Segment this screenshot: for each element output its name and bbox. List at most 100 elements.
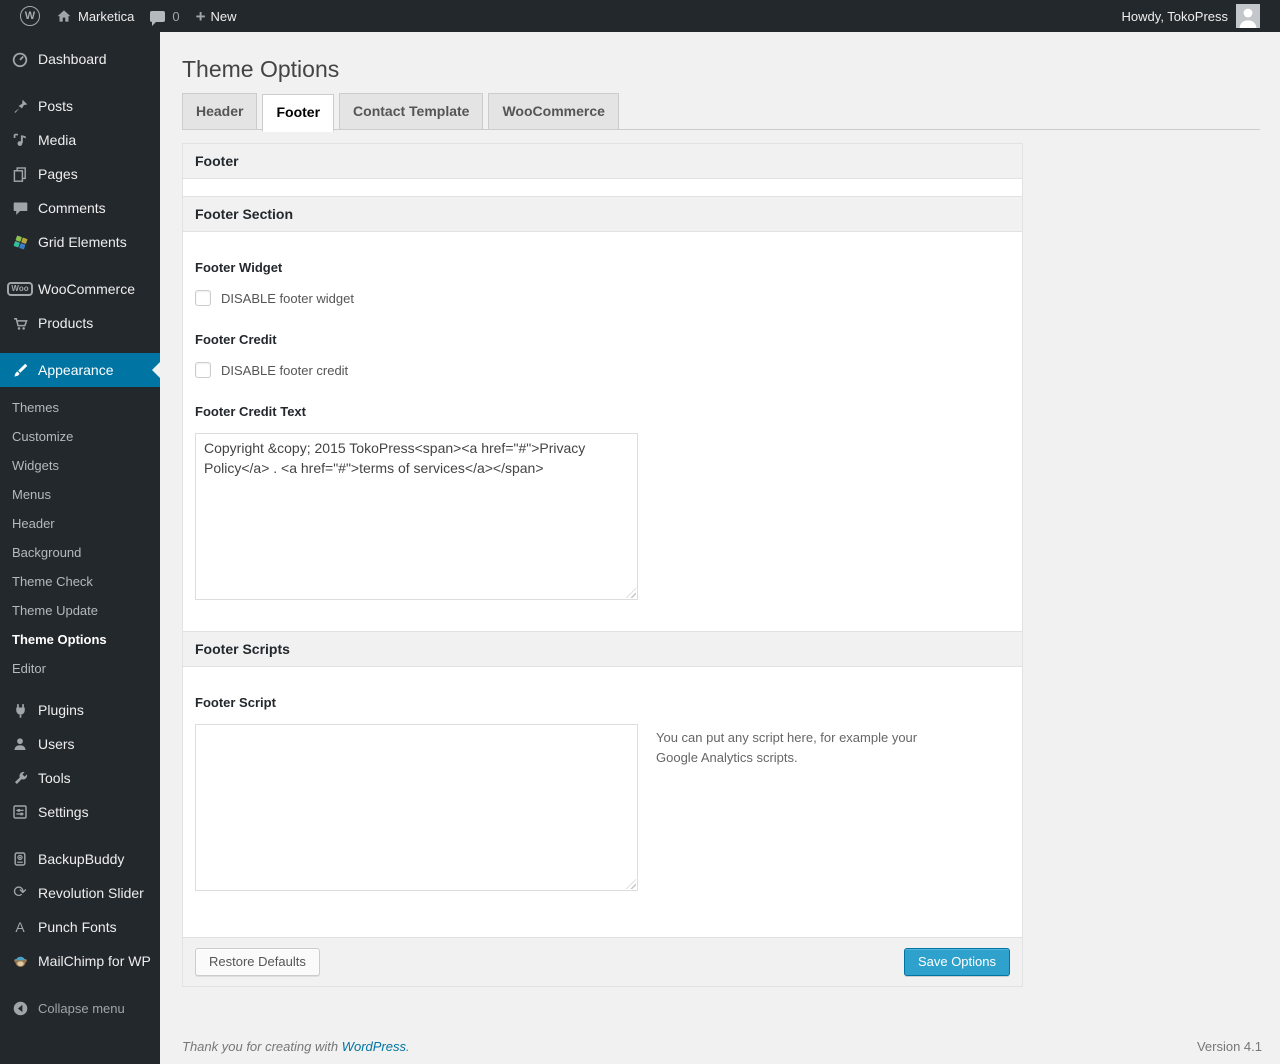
refresh-arrows-icon: ⟳ — [13, 884, 27, 901]
pages-icon — [10, 166, 30, 182]
section-header-footer-section: Footer Section — [183, 196, 1022, 232]
collapse-menu-button[interactable]: Collapse menu — [0, 991, 160, 1025]
wordpress-link[interactable]: WordPress — [342, 1039, 406, 1054]
sidebar-item-backupbuddy[interactable]: BackupBuddy — [0, 842, 160, 876]
sidebar-item-grid-elements[interactable]: Grid Elements — [0, 225, 160, 259]
main-content: Theme Options Header Footer Contact Templa… — [160, 0, 1280, 1054]
mailchimp-monkey-icon — [10, 953, 30, 970]
save-options-button[interactable]: Save Options — [903, 948, 1010, 976]
page-title: Theme Options — [182, 56, 340, 82]
admin-footer: Thank you for creating with WordPress. V… — [182, 1039, 1262, 1054]
disable-footer-credit-checkbox[interactable] — [195, 362, 211, 378]
sidebar-item-posts[interactable]: Posts — [0, 89, 160, 123]
sidebar-item-users[interactable]: Users — [0, 727, 160, 761]
submenu-item-header[interactable]: Header — [0, 509, 160, 538]
disable-footer-widget-label[interactable]: DISABLE footer widget — [221, 291, 354, 306]
settings-sliders-icon — [10, 804, 30, 820]
tab-contact-template[interactable]: Contact Template — [339, 93, 484, 129]
sidebar-label: Comments — [38, 200, 106, 216]
disable-footer-widget-checkbox[interactable] — [195, 290, 211, 306]
version-label: Version 4.1 — [1196, 1039, 1262, 1054]
submenu-item-editor[interactable]: Editor — [0, 654, 160, 683]
new-label: New — [210, 8, 237, 24]
user-icon — [10, 736, 30, 752]
submenu-item-menus[interactable]: Menus — [0, 480, 160, 509]
panel-actions-bar: Restore Defaults Save Options — [183, 937, 1022, 986]
theme-options-panel: Footer Footer Section Footer Widget DISA… — [182, 143, 1023, 987]
sidebar-item-woocommerce[interactable]: Woo WooCommerce — [0, 272, 160, 306]
comments-bubble-link[interactable]: 0 — [142, 0, 187, 32]
sidebar-label: Settings — [38, 804, 89, 820]
admin-sidebar: Dashboard Posts Media Pages Comments Gri… — [0, 32, 160, 1064]
tab-header[interactable]: Header — [182, 93, 258, 129]
woocommerce-badge-icon: Woo — [7, 282, 33, 296]
comments-count: 0 — [172, 8, 180, 24]
appearance-submenu: Themes Customize Widgets Menus Header Ba… — [0, 387, 160, 693]
footer-credit-label: Footer Credit — [195, 332, 277, 347]
panel-spacer — [183, 179, 1022, 196]
sidebar-label: Products — [38, 315, 94, 331]
footer-section-fields: Footer Widget DISABLE footer widget Foot… — [183, 232, 1022, 631]
backup-drive-icon — [10, 851, 30, 867]
sidebar-item-pages[interactable]: Pages — [0, 157, 160, 191]
footer-script-textarea-wrap — [195, 724, 638, 891]
submenu-item-widgets[interactable]: Widgets — [0, 451, 160, 480]
sidebar-item-mailchimp[interactable]: MailChimp for WP — [0, 944, 160, 978]
site-name-link[interactable]: Marketica — [48, 0, 142, 32]
sidebar-item-products[interactable]: Products — [0, 306, 160, 340]
sidebar-item-plugins[interactable]: Plugins — [0, 693, 160, 727]
sidebar-item-settings[interactable]: Settings — [0, 795, 160, 829]
sidebar-label: Media — [38, 132, 77, 148]
submenu-item-theme-options[interactable]: Theme Options — [0, 625, 160, 654]
sidebar-label: Appearance — [38, 362, 114, 378]
letter-a-icon: A — [15, 919, 25, 935]
sidebar-item-tools[interactable]: Tools — [0, 761, 160, 795]
footer-script-input[interactable] — [195, 724, 638, 891]
submenu-item-customize[interactable]: Customize — [0, 422, 160, 451]
footer-script-help-text: You can put any script here, for example… — [656, 730, 918, 766]
wrench-icon — [10, 770, 30, 787]
footer-credit-textarea-wrap: Copyright &copy; 2015 TokoPress<span><a … — [195, 433, 638, 600]
sidebar-item-comments[interactable]: Comments — [0, 191, 160, 225]
plus-icon: + — [195, 6, 206, 26]
sidebar-item-punch-fonts[interactable]: A Punch Fonts — [0, 910, 160, 944]
sidebar-item-revolution-slider[interactable]: ⟳ Revolution Slider — [0, 876, 160, 910]
footer-thanks-text: Thank you for creating with WordPress. — [182, 1039, 410, 1054]
wp-logo-menu[interactable]: W — [12, 0, 48, 32]
sidebar-label: Dashboard — [38, 51, 107, 67]
submenu-item-background[interactable]: Background — [0, 538, 160, 567]
dashboard-gauge-icon — [10, 50, 30, 68]
sidebar-item-appearance[interactable]: Appearance — [0, 353, 160, 387]
site-name-label: Marketica — [78, 8, 135, 24]
howdy-label: Howdy, TokoPress — [1121, 8, 1228, 24]
media-icon — [10, 132, 30, 149]
sidebar-label: BackupBuddy — [38, 851, 125, 867]
tab-footer[interactable]: Footer — [262, 94, 335, 132]
sidebar-item-media[interactable]: Media — [0, 123, 160, 157]
tab-woocommerce[interactable]: WooCommerce — [488, 93, 619, 129]
sidebar-label: Posts — [38, 98, 74, 114]
sidebar-label: Grid Elements — [38, 234, 127, 250]
sidebar-label: Revolution Slider — [38, 885, 144, 901]
howdy-account-link[interactable]: Howdy, TokoPress — [1114, 0, 1268, 32]
footer-credit-text-input[interactable]: Copyright &copy; 2015 TokoPress<span><a … — [195, 433, 638, 600]
panel-title: Footer — [183, 144, 1022, 179]
restore-defaults-button[interactable]: Restore Defaults — [195, 948, 320, 976]
sidebar-label: MailChimp for WP — [38, 953, 151, 969]
submenu-item-theme-update[interactable]: Theme Update — [0, 596, 160, 625]
plug-icon — [10, 702, 30, 719]
new-content-link[interactable]: + New — [188, 0, 245, 32]
footer-credit-checkbox-row[interactable]: DISABLE footer credit — [195, 362, 1010, 378]
sidebar-label: Users — [38, 736, 75, 752]
grid-elements-pinwheel-icon — [10, 234, 30, 251]
footer-scripts-fields: Footer Script You can put any script her… — [183, 667, 1022, 937]
submenu-item-themes[interactable]: Themes — [0, 393, 160, 422]
sidebar-item-dashboard[interactable]: Dashboard — [0, 42, 160, 76]
sidebar-label: Plugins — [38, 702, 84, 718]
footer-widget-checkbox-row[interactable]: DISABLE footer widget — [195, 290, 1010, 306]
user-avatar — [1236, 4, 1260, 28]
submenu-item-theme-check[interactable]: Theme Check — [0, 567, 160, 596]
sidebar-label: WooCommerce — [38, 281, 135, 297]
footer-credit-text-label: Footer Credit Text — [195, 404, 306, 419]
disable-footer-credit-label[interactable]: DISABLE footer credit — [221, 363, 348, 378]
